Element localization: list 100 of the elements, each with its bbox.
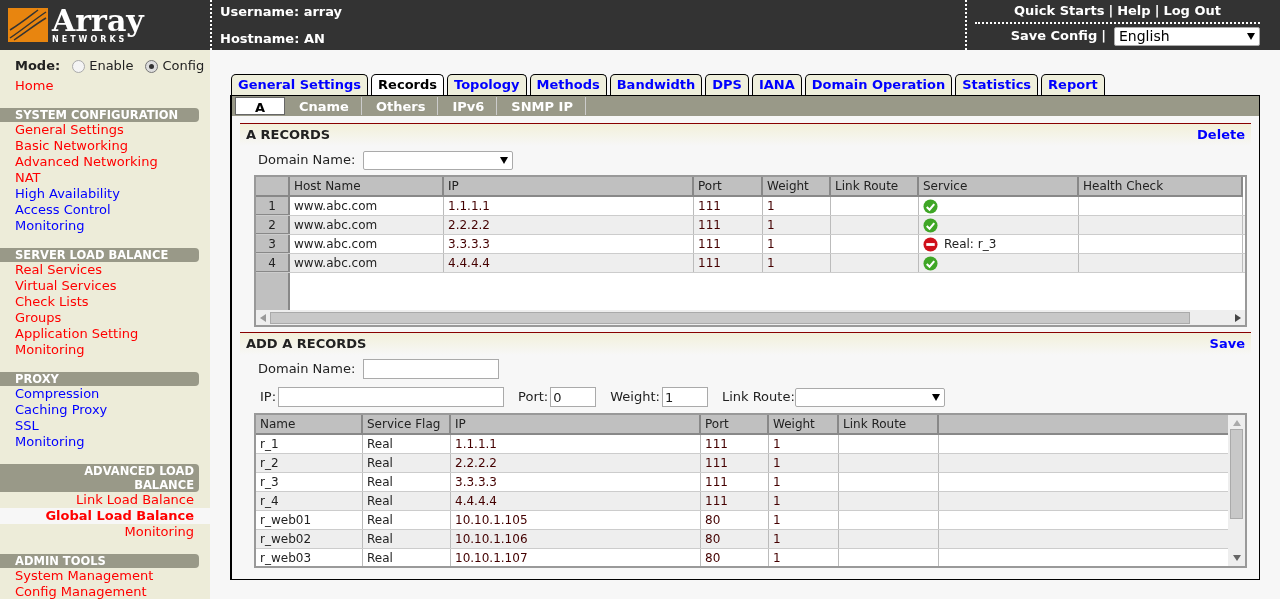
radio-button[interactable] <box>145 59 159 73</box>
sidebar-link[interactable]: High Availability <box>0 186 210 202</box>
left-arrow-icon[interactable] <box>260 313 266 322</box>
column-header: IP <box>451 415 701 435</box>
sidebar-link[interactable]: Global Load Balance <box>0 508 210 524</box>
table-cell: www.abc.com <box>290 216 444 234</box>
delete-link[interactable]: Delete <box>1197 125 1245 145</box>
column-header: Health Check <box>1079 177 1243 197</box>
tab[interactable]: Report <box>1041 74 1105 95</box>
header-link[interactable]: Log Out <box>1163 1 1221 21</box>
table-cell: 10.10.1.107 <box>451 549 701 566</box>
table-cell: Real <box>363 473 451 491</box>
table-cell: 1 <box>763 235 831 253</box>
sidebar-link[interactable]: Compression <box>0 386 210 402</box>
tab[interactable]: DPS <box>705 74 749 95</box>
column-header: Service <box>919 177 1079 197</box>
caret-icon <box>931 393 940 401</box>
sidebar-link[interactable]: Caching Proxy <box>0 402 210 418</box>
username-label: Username: array <box>220 2 344 21</box>
header-link[interactable]: Help <box>1117 1 1151 21</box>
header-link[interactable]: Quick Starts <box>1014 1 1105 21</box>
tab[interactable]: IANA <box>751 74 802 95</box>
sidebar-link[interactable]: SSL <box>0 418 210 434</box>
separator: | <box>1108 2 1114 21</box>
table-cell: 10.10.1.105 <box>451 511 701 529</box>
weight-input[interactable]: 1 <box>661 387 708 407</box>
section-header: ADVANCED LOAD BALANCE <box>0 464 199 492</box>
table-cell: Real <box>363 435 451 453</box>
table-cell: 4.4.4.4 <box>451 492 701 510</box>
language-select[interactable]: English <box>1114 26 1260 46</box>
sidebar-link[interactable]: Access Control <box>0 202 210 218</box>
tab[interactable]: Records <box>371 74 444 95</box>
save-link[interactable]: Save <box>1209 334 1245 354</box>
link-route-select[interactable] <box>794 387 945 407</box>
sidebar-link[interactable]: Monitoring <box>0 434 210 450</box>
domain-name-select[interactable] <box>363 150 514 170</box>
row-number: 2 <box>256 216 290 234</box>
port-input[interactable]: 0 <box>550 387 597 407</box>
table-cell: r_2 <box>256 454 363 472</box>
save-config-link[interactable]: Save Config <box>1010 26 1098 46</box>
table-cell: 111 <box>694 254 763 272</box>
table-cell: r_4 <box>256 492 363 510</box>
caret-icon <box>1247 32 1255 40</box>
sidebar-link[interactable]: Monitoring <box>0 218 210 234</box>
section-header: SYSTEM CONFIGURATION <box>0 108 199 122</box>
tab[interactable]: Statistics <box>955 74 1039 95</box>
table-cell: 111 <box>694 216 763 234</box>
section-title: A RECORDS <box>246 126 331 145</box>
radio-button[interactable] <box>72 59 86 73</box>
section-header: ADMIN TOOLS <box>0 554 199 568</box>
table-cell: 111 <box>701 492 769 510</box>
tab[interactable]: Topology <box>447 74 527 95</box>
table-cell: r_web03 <box>256 549 363 566</box>
scrollbar-thumb[interactable] <box>1230 429 1243 519</box>
table-cell: 111 <box>701 435 769 453</box>
table-cell: 10.10.1.106 <box>451 530 701 548</box>
table-cell: www.abc.com <box>290 235 444 253</box>
tab[interactable]: Bandwidth <box>609 74 703 95</box>
domain-name-label: Domain Name: <box>258 360 356 379</box>
column-header: Link Route <box>839 415 939 435</box>
hostname-label: Hostname: AN <box>220 30 326 48</box>
table-cell: 1 <box>763 254 831 272</box>
table-cell: 1 <box>769 492 839 510</box>
separator: | <box>1101 27 1106 46</box>
down-arrow-icon[interactable] <box>1232 555 1241 561</box>
tab[interactable]: General Settings <box>231 74 369 95</box>
column-header: Port <box>694 177 763 197</box>
column-header: IP <box>444 177 694 197</box>
column-header: Host Name <box>290 177 444 197</box>
logo-tagline: NETWORKS <box>52 36 128 44</box>
caret-icon <box>500 156 509 164</box>
table-cell: www.abc.com <box>290 197 444 215</box>
right-arrow-icon[interactable] <box>1235 313 1241 322</box>
table-cell: 80 <box>701 530 769 548</box>
scrollbar-thumb[interactable] <box>270 311 1190 324</box>
table-cell: 1 <box>769 435 839 453</box>
column-header: Weight <box>763 177 831 197</box>
table-cell: r_1 <box>256 435 363 453</box>
column-header: Service Flag <box>363 415 451 435</box>
ip-input[interactable] <box>278 387 505 407</box>
logo-name: Array <box>52 6 144 36</box>
table-cell: 80 <box>701 549 769 566</box>
table-cell: 1.1.1.1 <box>451 435 701 453</box>
port-label: Port: <box>518 388 549 407</box>
section-header: SERVER LOAD BALANCE <box>0 248 199 262</box>
column-header: Weight <box>769 415 839 435</box>
table-cell: 111 <box>694 235 763 253</box>
service-text: Real: r_3 <box>944 236 997 253</box>
up-arrow-icon[interactable] <box>1232 420 1241 426</box>
table-cell: www.abc.com <box>290 254 444 272</box>
table-cell: 4.4.4.4 <box>444 254 694 272</box>
table-cell: 1.1.1.1 <box>444 197 694 215</box>
tab[interactable]: Domain Operation <box>804 74 953 95</box>
table-cell: Real <box>363 511 451 529</box>
domain-name-input[interactable] <box>363 359 500 379</box>
row-number: 3 <box>256 235 290 253</box>
tab[interactable]: Methods <box>529 74 607 95</box>
table-cell: 1 <box>763 216 831 234</box>
section-header: PROXY <box>0 372 199 386</box>
subtab[interactable]: A <box>235 97 285 115</box>
